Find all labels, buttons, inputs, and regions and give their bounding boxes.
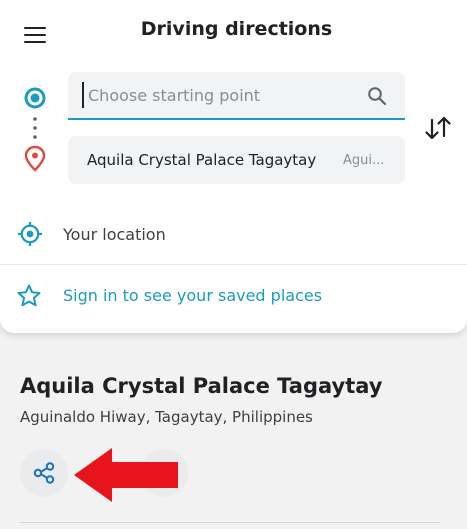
crosshair-location-icon bbox=[18, 222, 42, 246]
destination-secondary: Agui... bbox=[343, 153, 385, 168]
page-title: Driving directions bbox=[140, 18, 333, 40]
hamburger-menu-icon-bar bbox=[24, 41, 46, 43]
sign-in-saved-places-link[interactable]: Sign in to see your saved places bbox=[0, 273, 467, 319]
section-divider bbox=[20, 522, 440, 523]
starting-point-field[interactable] bbox=[68, 72, 405, 120]
search-icon[interactable] bbox=[367, 86, 387, 106]
share-button[interactable] bbox=[20, 449, 68, 497]
directions-panel: Driving directions Aquila Crystal Palace… bbox=[0, 0, 467, 333]
origin-circle-icon bbox=[24, 87, 46, 109]
route-dots-icon bbox=[33, 117, 37, 139]
suggestion-your-location[interactable]: Your location bbox=[0, 212, 467, 258]
star-outline-icon bbox=[17, 284, 41, 307]
swap-vertical-icon[interactable] bbox=[422, 112, 454, 144]
destination-field[interactable]: Aquila Crystal Palace Tagaytay Agui... bbox=[68, 136, 405, 184]
place-address: Aguinaldo Hiway, Tagaytay, Philippines bbox=[20, 408, 313, 426]
suggestion-label: Your location bbox=[63, 225, 166, 244]
place-title: Aquila Crystal Palace Tagaytay bbox=[20, 374, 383, 398]
starting-point-input[interactable] bbox=[82, 82, 358, 108]
share-icon bbox=[33, 462, 55, 484]
destination-pin-icon bbox=[24, 145, 46, 172]
divider bbox=[0, 264, 467, 265]
red-arrow-annotation-icon bbox=[74, 448, 178, 502]
sign-in-label: Sign in to see your saved places bbox=[63, 286, 323, 305]
destination-name: Aquila Crystal Palace Tagaytay bbox=[87, 151, 317, 169]
